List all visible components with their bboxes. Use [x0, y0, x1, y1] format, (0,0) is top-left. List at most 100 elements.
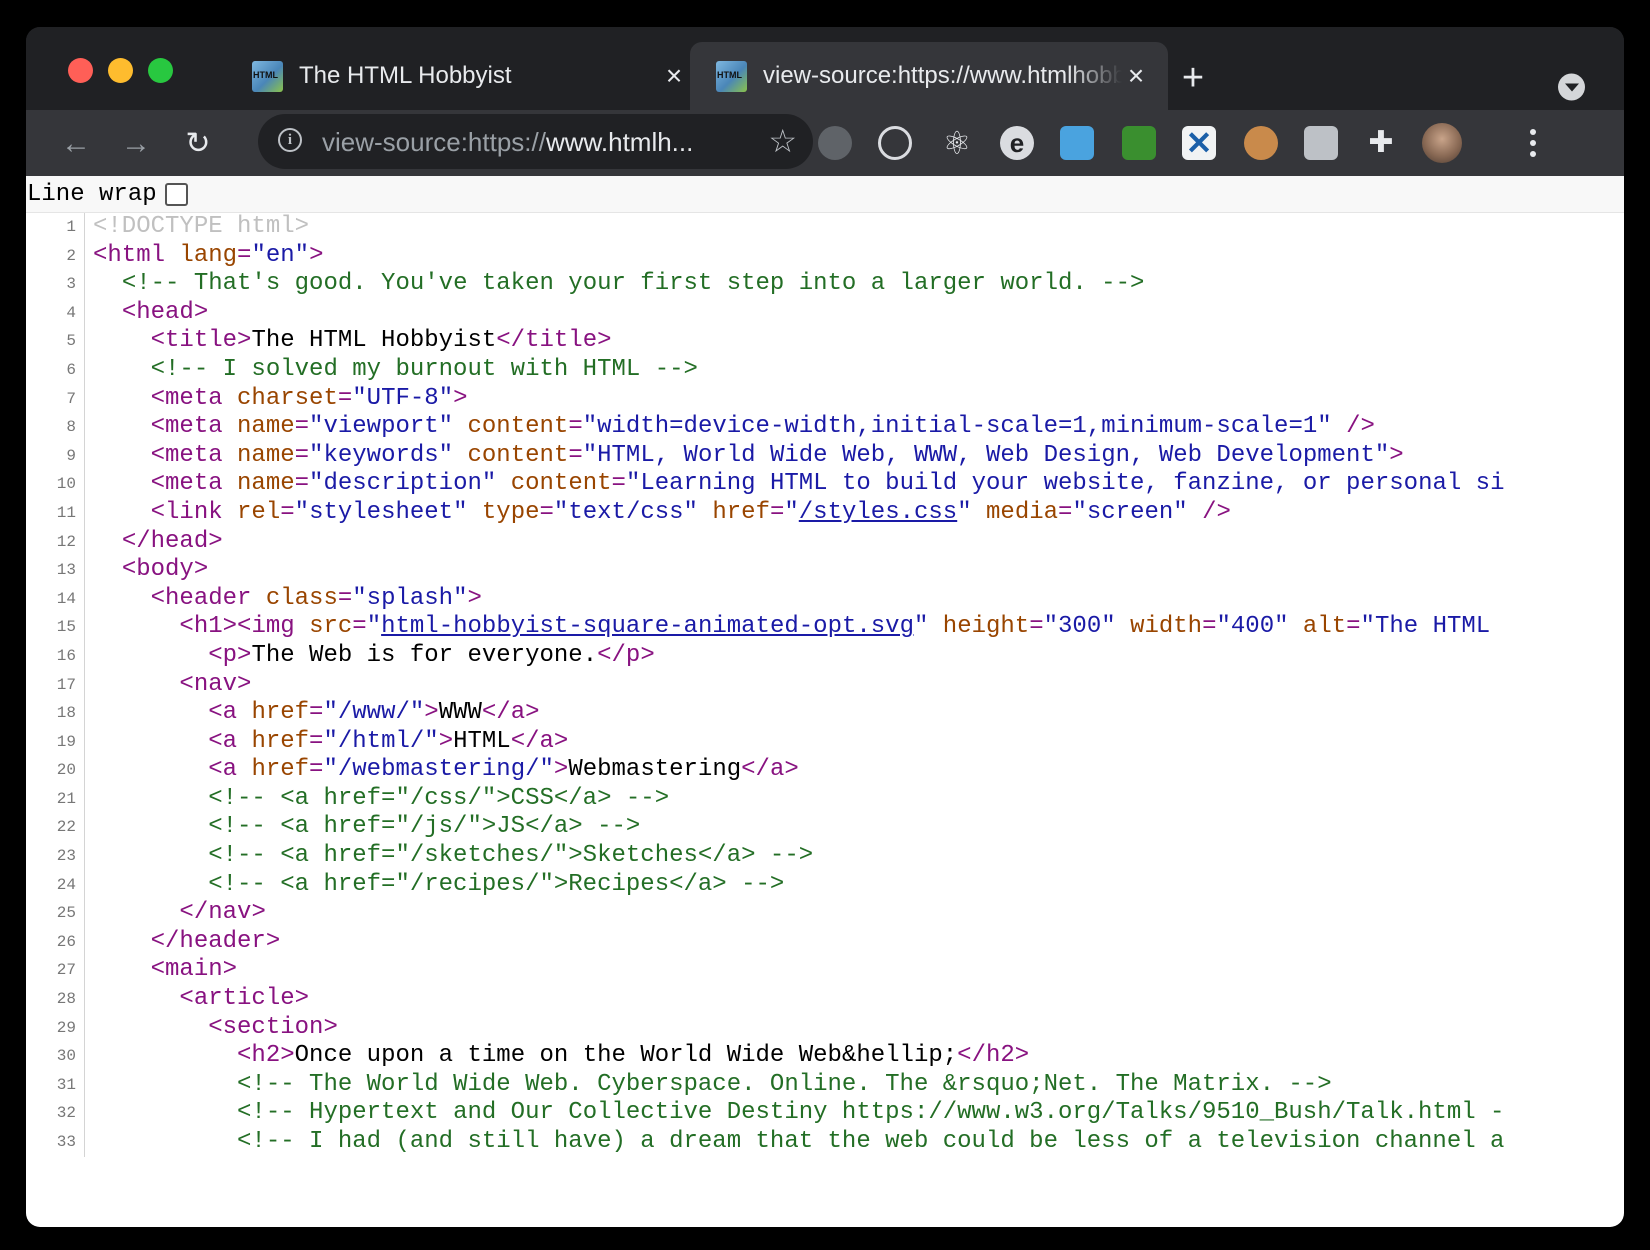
line-text: <section> — [208, 1013, 338, 1041]
line-text: <title>The HTML Hobbyist</title> — [150, 327, 612, 355]
source-line: 1 <!DOCTYPE html> — [26, 213, 1624, 242]
minimize-window-button[interactable] — [108, 58, 133, 83]
line-text: <!-- <a href="/css/">CSS</a> --> — [208, 784, 670, 812]
chart-icon[interactable] — [1122, 126, 1156, 160]
forward-arrow-icon[interactable]: → — [114, 122, 158, 166]
line-number: 25 — [56, 904, 76, 923]
line-number: 5 — [66, 332, 76, 351]
tab-strip: The HTML Hobbyist × view-source:https://… — [26, 27, 1624, 110]
line-number: 4 — [66, 303, 76, 322]
line-number: 12 — [56, 532, 76, 551]
line-wrap-control: Line wrap — [26, 176, 1624, 213]
line-number: 11 — [56, 503, 76, 522]
address-bar[interactable]: i view-source:https://www.htmlh... ☆ — [258, 114, 813, 169]
line-number: 27 — [56, 961, 76, 980]
close-tab-icon[interactable]: × — [1122, 62, 1150, 90]
tab-html-hobbyist[interactable]: The HTML Hobbyist × — [226, 42, 706, 110]
tab-search-icon[interactable] — [1558, 73, 1585, 101]
source-line: 13 <body> — [26, 556, 1624, 585]
line-wrap-checkbox[interactable] — [164, 182, 188, 206]
line-text: <a href="/html/">HTML</a> — [208, 727, 569, 755]
line-wrap-label: Line wrap — [27, 180, 157, 208]
source-line: 15 <h1><img src="html-hobbyist-square-an… — [26, 613, 1624, 642]
line-text: <p>The Web is for everyone.</p> — [208, 641, 655, 669]
line-text: <!-- <a href="/sketches/">Sketches</a> -… — [208, 842, 814, 870]
line-text: <!-- Hypertext and Our Collective Destin… — [237, 1099, 1505, 1127]
line-number: 6 — [66, 360, 76, 379]
edge-icon[interactable]: e — [1000, 126, 1034, 160]
tab-view-source[interactable]: view-source:https://www.htmlhobbyist.com… — [690, 42, 1168, 110]
info-icon[interactable]: i — [278, 128, 302, 152]
tab-title: The HTML Hobbyist — [299, 62, 512, 89]
source-line: 28 <article> — [26, 985, 1624, 1014]
line-number: 26 — [56, 932, 76, 951]
source-line: 11 <link rel="stylesheet" type="text/css… — [26, 499, 1624, 528]
source-line: 25 </nav> — [26, 899, 1624, 928]
line-text: <a href="/webmastering/">Webmastering</a… — [208, 756, 799, 784]
line-number: 3 — [66, 275, 76, 294]
source-line: 31 <!-- The World Wide Web. Cyberspace. … — [26, 1071, 1624, 1100]
reload-icon[interactable]: ↻ — [176, 122, 220, 166]
line-number: 9 — [66, 446, 76, 465]
source-line: 22 <!-- <a href="/js/">JS</a> --> — [26, 813, 1624, 842]
line-text: <head> — [121, 298, 209, 326]
back-arrow-icon[interactable]: ← — [54, 122, 98, 166]
camera-icon[interactable] — [1304, 126, 1338, 160]
line-text: <!-- <a href="/js/">JS</a> --> — [208, 813, 641, 841]
source-line: 27 <main> — [26, 956, 1624, 985]
line-number: 7 — [66, 389, 76, 408]
line-text: <!DOCTYPE html> — [93, 213, 310, 240]
site-favicon-icon — [716, 60, 747, 92]
line-text: <main> — [150, 956, 238, 984]
source-line: 21 <!-- <a href="/css/">CSS</a> --> — [26, 785, 1624, 814]
line-number: 31 — [56, 1075, 76, 1094]
line-text: </header> — [150, 927, 281, 955]
line-number: 22 — [56, 818, 76, 837]
bookmark-star-icon[interactable]: ☆ — [768, 122, 797, 160]
browser-window: The HTML Hobbyist × view-source:https://… — [26, 27, 1624, 1227]
line-text: <meta name="viewport" content="width=dev… — [150, 413, 1375, 441]
line-text: <header class="splash"> — [150, 584, 482, 612]
cookie-icon[interactable] — [1244, 126, 1278, 160]
puzzle-icon[interactable]: ✚ — [1364, 126, 1398, 160]
line-text: <link rel="stylesheet" type="text/css" h… — [150, 498, 1231, 526]
line-number: 8 — [66, 418, 76, 437]
site-favicon-icon — [252, 60, 283, 92]
source-line: 10 <meta name="description" content="Lea… — [26, 470, 1624, 499]
line-number: 1 — [66, 218, 76, 236]
window-icon[interactable] — [1060, 126, 1094, 160]
tab-title: view-source:https://www.htmlhobbyist.com… — [763, 62, 1122, 89]
cross-icon[interactable]: ✕ — [1182, 126, 1216, 160]
source-line: 17 <nav> — [26, 671, 1624, 700]
line-number: 21 — [56, 789, 76, 808]
line-number: 30 — [56, 1047, 76, 1066]
profile-avatar[interactable] — [1422, 123, 1462, 163]
line-text: <!-- <a href="/recipes/">Recipes</a> --> — [208, 870, 785, 898]
line-text: <h1><img src="html-hobbyist-square-anima… — [179, 613, 1491, 641]
source-line: 18 <a href="/www/">WWW</a> — [26, 699, 1624, 728]
source-line: 3 <!-- That's good. You've taken your fi… — [26, 270, 1624, 299]
react-icon[interactable]: ⚛ — [940, 126, 974, 160]
more-menu-icon[interactable] — [1528, 126, 1538, 160]
source-line: 30 <h2>Once upon a time on the World Wid… — [26, 1042, 1624, 1071]
source-line: 29 <section> — [26, 1014, 1624, 1043]
line-text: <html lang="en"> — [93, 241, 324, 269]
source-line: 16 <p>The Web is for everyone.</p> — [26, 642, 1624, 671]
zoom-window-button[interactable] — [148, 58, 173, 83]
line-text: </nav> — [179, 899, 266, 927]
url-text[interactable]: view-source:https://www.htmlh... — [322, 127, 693, 158]
line-text: <nav> — [179, 670, 252, 698]
new-tab-button[interactable]: + — [1176, 59, 1210, 97]
tab-switcher-icon[interactable] — [818, 126, 852, 160]
line-number: 32 — [56, 1104, 76, 1123]
source-line: 14 <header class="splash"> — [26, 585, 1624, 614]
close-tab-icon[interactable]: × — [660, 62, 688, 90]
source-line: 5 <title>The HTML Hobbyist</title> — [26, 327, 1624, 356]
line-number: 19 — [56, 732, 76, 751]
line-text: <body> — [121, 556, 209, 584]
target-icon[interactable] — [878, 126, 912, 160]
source-line: 6 <!-- I solved my burnout with HTML --> — [26, 356, 1624, 385]
line-number: 33 — [56, 1133, 76, 1151]
source-line: 20 <a href="/webmastering/">Webmastering… — [26, 756, 1624, 785]
close-window-button[interactable] — [68, 58, 93, 83]
